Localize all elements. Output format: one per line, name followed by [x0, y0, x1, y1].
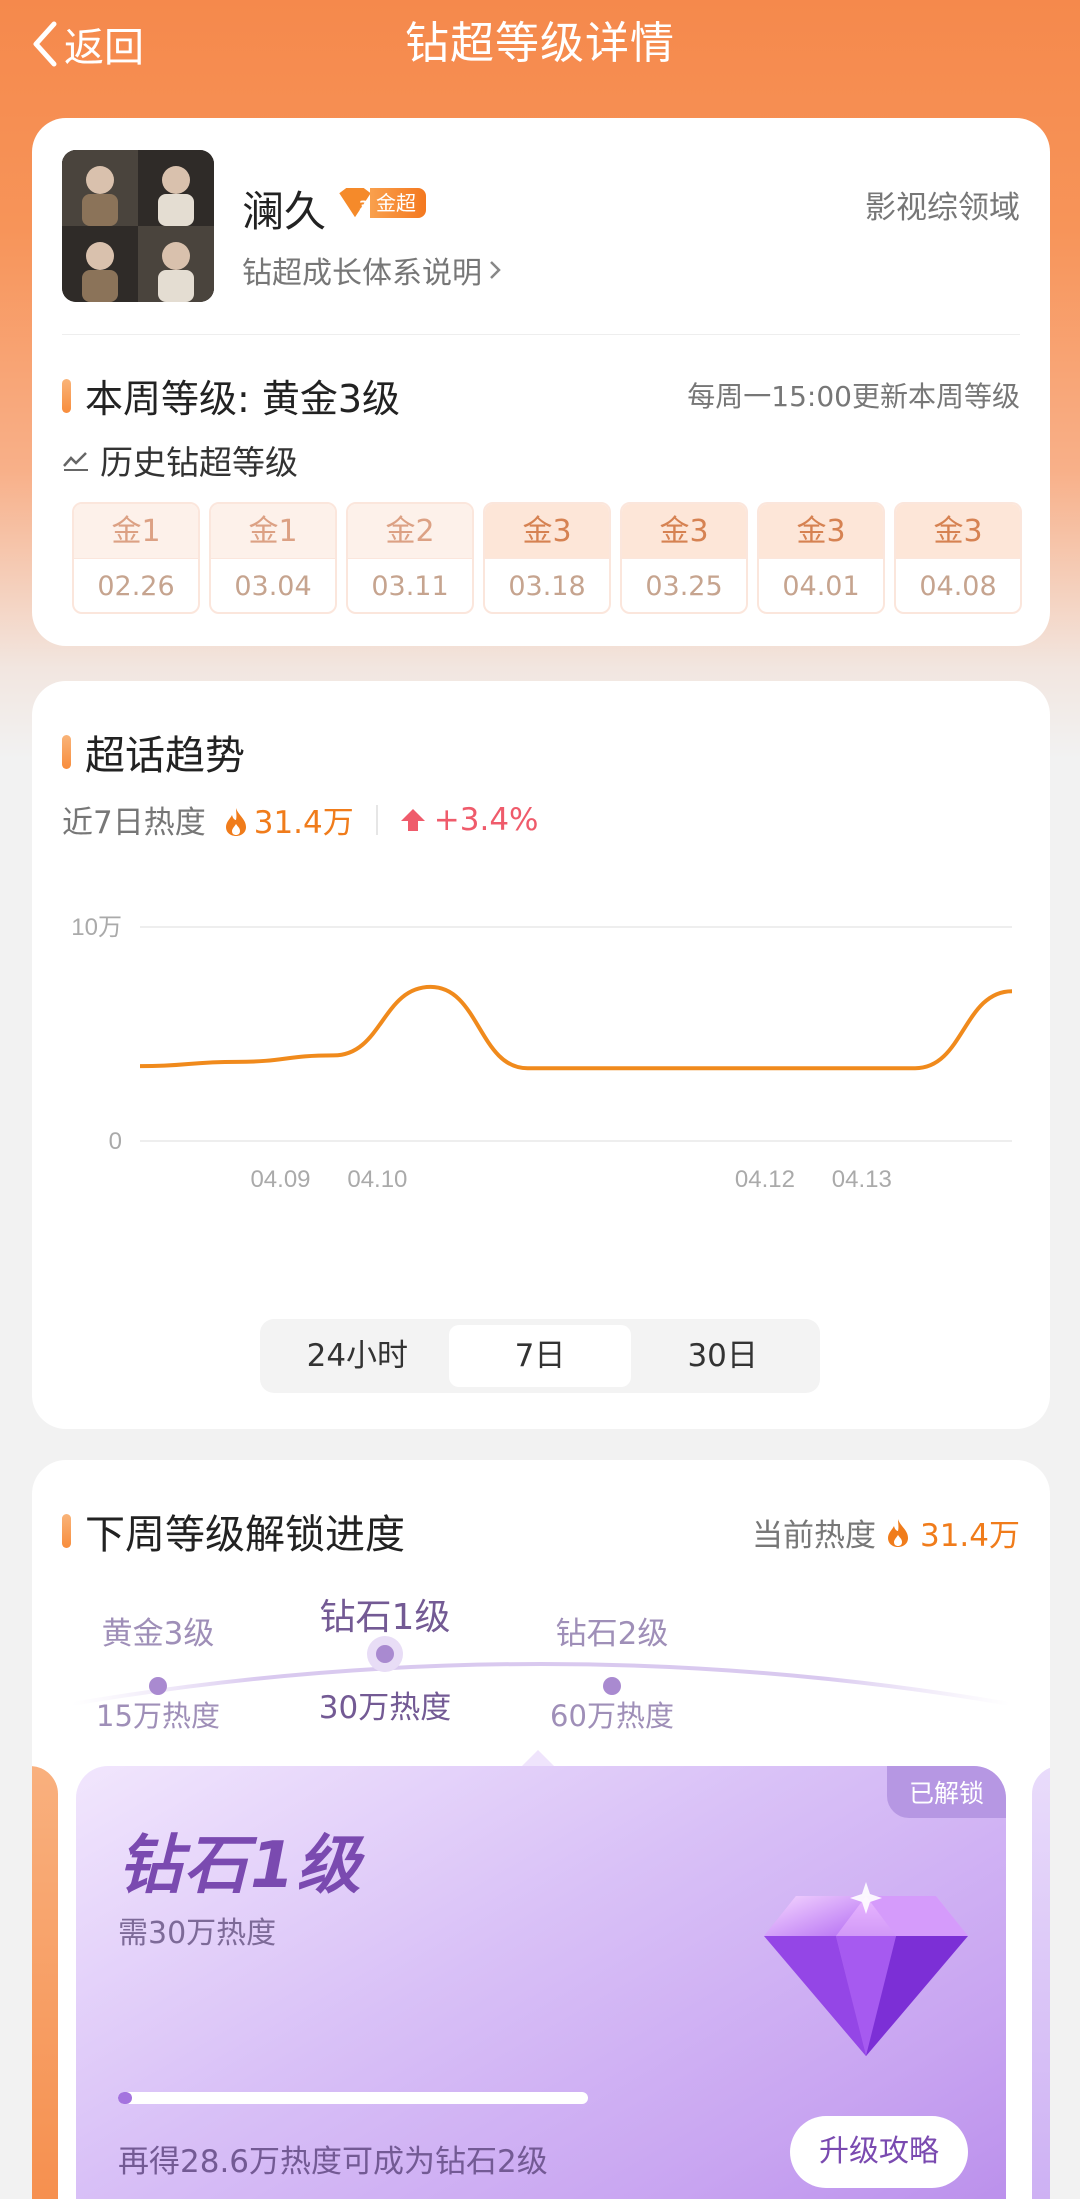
section-marker [62, 735, 71, 769]
current-heat-label: 当前热度 [751, 1518, 876, 1554]
current-heat-value: 31.4万 [919, 1518, 1020, 1554]
history-date: 04.08 [896, 558, 1020, 612]
heat-series-line [139, 984, 1013, 1071]
history-date: 04.01 [759, 558, 883, 612]
trend-title: 超话趋势 [85, 733, 245, 779]
heat-change: +3.4% [433, 801, 539, 838]
history-cell: 金3 03.18 [483, 502, 611, 614]
svg-text:3: 3 [359, 199, 369, 215]
tier-heat: 15万热度 [96, 1699, 220, 1733]
diamond-tier-card[interactable]: 已解锁 钻石1级 需30万热度 再得28.6万热度可成为钻石2级 升级攻略 [76, 1766, 1006, 2199]
history-level: 金1 [211, 504, 335, 558]
upgrade-progress-bar [118, 2092, 588, 2104]
section-marker [62, 1514, 71, 1548]
upgrade-hint: 再得28.6万热度可成为钻石2级 [118, 2144, 548, 2180]
x-tick-label: 04.13 [832, 1166, 892, 1193]
history-level: 金1 [74, 504, 198, 558]
history-date: 02.26 [74, 558, 198, 612]
upgrade-guide-button[interactable]: 升级攻略 [790, 2116, 968, 2188]
status-badge: 已解锁 [886, 1766, 1006, 1818]
avatar[interactable] [62, 150, 214, 302]
range-tabs: 24小时 7日 30日 [260, 1319, 820, 1393]
tab-7d[interactable]: 7日 [448, 1325, 632, 1387]
heat-trend-chart: 10万 0 04.09 04.10 04.12 04.13 [71, 914, 1013, 1193]
tier-name: 钻石2级 [555, 1616, 669, 1652]
history-cell: 金2 03.11 [346, 502, 474, 614]
tier-diamond-2[interactable]: 钻石2级 60万热度 [532, 1608, 692, 1735]
x-tick-label: 04.09 [250, 1166, 310, 1193]
tab-24h[interactable]: 24小时 [266, 1325, 449, 1387]
level-card: 澜久 3 金超 钻超成长体系说明 影视综领域 本周等级: 黄金3级 每周一15:… [32, 118, 1050, 646]
history-cell: 金1 03.04 [209, 502, 337, 614]
tier-card-name: 钻石1级 [118, 1829, 363, 1903]
y-tick-label: 0 [109, 1128, 122, 1155]
trend-card: 超话趋势 近7日热度 31.4万 +3.4% 10万 0 04.09 04.10 04.… [32, 681, 1050, 1429]
chevron-right-icon [490, 261, 501, 279]
tier-requirement: 需30万热度 [118, 1916, 277, 1951]
history-level: 金3 [896, 504, 1020, 558]
history-title: 历史钻超等级 [100, 443, 298, 482]
history-cell: 金1 02.26 [72, 502, 200, 614]
update-note: 每周一15:00更新本周等级 [687, 380, 1020, 413]
growth-system-label: 钻超成长体系说明 [242, 256, 482, 291]
history-cell: 金3 04.08 [894, 502, 1022, 614]
history-date: 03.11 [348, 558, 472, 612]
heat-label: 近7日热度 [62, 805, 206, 841]
heat-value: 31.4万 [224, 797, 354, 842]
history-cell: 金3 03.25 [620, 502, 748, 614]
profile-name: 澜久 [242, 187, 327, 236]
history-cell: 金3 04.01 [757, 502, 885, 614]
tier-heat: 30万热度 [318, 1690, 452, 1726]
trend-icon [63, 452, 88, 471]
tier-name: 钻石1级 [319, 1597, 451, 1638]
current-heat: 当前热度 31.4万 [752, 1510, 1020, 1555]
tier-gold-3[interactable]: 黄金3级 15万热度 [78, 1608, 238, 1735]
heat-summary: 近7日热度 31.4万 +3.4% [62, 797, 539, 842]
next-tier-card[interactable] [1032, 1766, 1050, 2199]
history-date: 03.04 [211, 558, 335, 612]
tier-heat: 60万热度 [550, 1699, 674, 1733]
heat-value-text: 31.4万 [253, 805, 354, 841]
history-date: 03.25 [622, 558, 746, 612]
diamond-icon [764, 1882, 968, 2056]
progress-fill [118, 2092, 133, 2104]
tier-diamond-1[interactable]: 钻石1级 30万热度 [305, 1588, 465, 1727]
flame-icon [225, 808, 246, 836]
prev-tier-card[interactable] [32, 1766, 58, 2199]
y-tick-label: 10万 [71, 914, 122, 941]
growth-system-link[interactable]: 钻超成长体系说明 [242, 248, 502, 292]
history-date: 03.18 [485, 558, 609, 612]
arrow-up-icon [400, 808, 425, 831]
tier-name: 黄金3级 [101, 1616, 215, 1652]
progress-title: 下周等级解锁进度 [85, 1512, 405, 1558]
progress-header: 下周等级解锁进度 [62, 1502, 405, 1560]
page-title: 钻超等级详情 [405, 18, 675, 69]
badge-label: 金超 [370, 188, 426, 218]
trend-header: 超话趋势 [62, 723, 245, 781]
history-grid: 金1 02.26 金1 03.04 金2 03.11 金3 03.18 金3 03.25 … [72, 502, 1022, 614]
history-level: 金2 [348, 504, 472, 558]
domain-label: 影视综领域 [865, 190, 1020, 226]
history-header: 历史钻超等级 [62, 436, 298, 484]
history-level: 金3 [485, 504, 609, 558]
history-level: 金3 [622, 504, 746, 558]
history-level: 金3 [759, 504, 883, 558]
separator [375, 804, 378, 835]
week-level-label: 本周等级: 黄金3级 [85, 377, 401, 421]
section-marker [62, 378, 71, 413]
flame-icon [887, 1518, 908, 1547]
x-tick-label: 04.12 [735, 1166, 795, 1193]
tab-30d[interactable]: 30日 [631, 1325, 814, 1387]
divider [62, 334, 1020, 335]
gold-super-badge: 3 金超 [334, 186, 426, 221]
week-level: 本周等级: 黄金3级 [62, 368, 400, 423]
x-tick-label: 04.10 [347, 1166, 407, 1193]
unlock-progress-card: 下周等级解锁进度 当前热度 31.4万 黄金3级 15万热度 钻石1级 30万热… [32, 1460, 1050, 2199]
